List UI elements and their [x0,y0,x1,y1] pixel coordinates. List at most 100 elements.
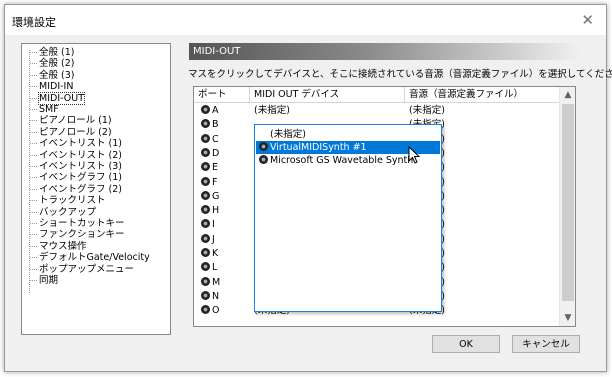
section-title: MIDI-OUT [189,43,581,60]
port-cell[interactable]: I [201,218,249,231]
tree-item[interactable]: ピアノロール (2) [30,127,112,138]
port-label: D [212,147,220,159]
port-cell[interactable]: A [201,104,249,117]
dropdown-option-label: VirtualMIDISynth #1 [270,142,367,153]
tree-item[interactable]: マウス操作 [30,241,87,252]
port-label: E [212,162,219,174]
tree-connector [30,280,37,281]
tree-item[interactable]: イベントリスト (3) [30,161,122,172]
midi-port-icon [201,290,210,300]
tree-connector [30,97,37,99]
port-label: B [212,119,219,131]
scroll-thumb[interactable] [562,104,574,301]
tree-item-label: イベントグラフ (2) [39,183,122,195]
port-cell[interactable]: F [201,176,249,189]
title-bar: 環境設定 ✕ [5,5,606,35]
port-cell[interactable]: O [201,304,249,317]
midi-port-icon [201,133,210,143]
tree-item[interactable]: トラックリスト [30,195,106,206]
midi-port-icon [201,190,210,200]
port-cell[interactable]: E [201,161,249,174]
port-cell[interactable]: K [201,247,249,260]
tree-item[interactable]: バックアップ [30,207,96,218]
port-label: A [212,105,219,116]
tree-item[interactable]: イベントグラフ (1) [30,172,122,183]
tree-connector [30,234,37,236]
port-label: C [212,133,219,145]
tree-item[interactable]: ポップアップメニュー [30,264,134,275]
vertical-scrollbar[interactable]: ▲ ▼ [559,87,575,326]
mouse-pointer-icon [408,146,421,164]
tree-item[interactable]: ピアノロール (1) [30,115,112,126]
tree-item-label: イベントグラフ (1) [39,172,122,184]
scroll-up-icon[interactable]: ▲ [560,87,575,103]
tree-connector [30,200,37,202]
tree-connector [30,245,37,247]
dropdown-option[interactable]: (未指定) [256,128,440,141]
tree-item[interactable]: イベントグラフ (2) [30,184,122,195]
tree-connector [30,257,37,259]
header-sound: 音源（音源定義ファイル） [405,87,559,103]
tree-item[interactable]: 同期 [30,275,58,286]
tree-item-label: 同期 [39,275,59,286]
tree-item[interactable]: デフォルトGate/Velocity [30,252,150,263]
scroll-down-icon[interactable]: ▼ [560,310,575,326]
midi-port-icon [201,205,210,215]
tree-connector [30,154,37,156]
tree-item-label: ポップアップメニュー [39,263,135,275]
midi-port-icon [201,305,210,315]
tree-item-label: マウス操作 [39,240,87,252]
ok-button[interactable]: OK [432,335,500,353]
tree-item-label: ピアノロール (1) [39,115,112,127]
midi-port-icon [201,119,210,129]
tree-item[interactable]: 全般 (2) [30,58,74,69]
tree-item[interactable]: 全般 (1) [30,47,74,58]
sound-cell[interactable]: (未指定) [409,104,557,117]
close-icon[interactable]: ✕ [581,11,594,29]
port-label: G [212,190,220,202]
port-cell[interactable]: B [201,118,249,131]
port-row[interactable]: A (未指定) (未指定) [194,104,558,117]
tree-item-label: MIDI-IN [39,81,74,93]
port-label: L [212,262,218,274]
tree-item-label: ショートカットキー [39,218,125,229]
instruction-text: マスをクリックしてデバイスと、そこに接続されている音源（音源定義ファイル）を選択… [188,69,612,80]
tree-item-label: イベントリスト (2) [39,149,122,161]
tree-item[interactable]: MIDI-IN [30,81,73,92]
midi-port-icon [201,262,210,272]
port-cell[interactable]: N [201,290,249,303]
tree-connector [30,211,37,213]
tree-item-label: MIDI-OUT [37,91,86,105]
cancel-button[interactable]: キャンセル [512,335,580,353]
window-title: 環境設定 [12,16,56,29]
port-label: M [212,276,221,288]
tree-item[interactable]: MIDI-OUT [30,91,86,105]
port-label: F [212,176,218,188]
tree-item[interactable]: SMF [30,104,59,115]
header-port: ポート [194,87,250,103]
tree-connector [30,74,37,76]
tree-connector [30,120,37,122]
tree-item-label: ファンクションキー [39,229,125,241]
tree-item-label: イベントリスト (3) [39,161,122,172]
tree-item[interactable]: イベントリスト (1) [30,138,122,149]
tree-item-label: ピアノロール (2) [39,126,112,138]
tree-item[interactable]: ファンクションキー [30,229,125,240]
midi-port-icon [201,276,210,286]
port-cell[interactable]: L [201,261,249,274]
port-cell[interactable]: M [201,276,249,289]
midi-port-icon [201,105,210,114]
settings-tree[interactable]: 全般 (1) 全般 (2) 全般 (3) MIDI-IN MIDI-OUT SMF ピアノロ… [21,43,171,335]
tree-connector [30,188,37,190]
port-cell[interactable]: D [201,147,249,160]
tree-item[interactable]: 全般 (3) [30,70,74,81]
port-cell[interactable]: G [201,190,249,203]
device-cell[interactable]: (未指定) [254,104,404,117]
tree-connector [30,86,37,88]
tree-item[interactable]: イベントリスト (2) [30,150,122,161]
header-device: MIDI OUT デバイス [250,87,405,103]
port-cell[interactable]: C [201,133,249,146]
tree-item[interactable]: ショートカットキー [30,218,125,229]
port-cell[interactable]: J [201,233,249,246]
port-cell[interactable]: H [201,204,249,217]
